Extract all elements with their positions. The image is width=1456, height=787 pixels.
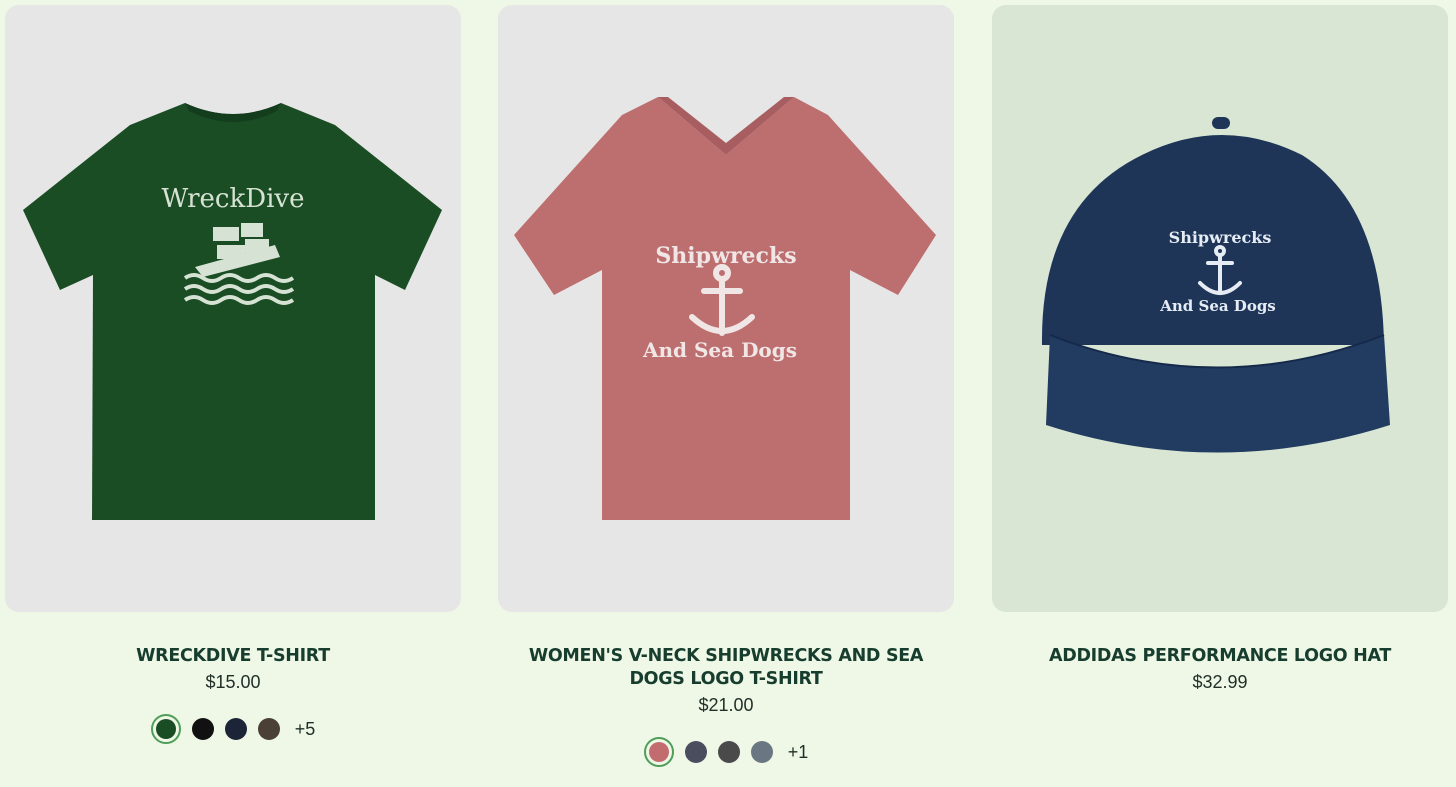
product-image[interactable]: Shipwrecks And Sea Dogs <box>498 5 954 612</box>
swatch-steel-gray[interactable] <box>750 741 773 763</box>
product-price: $32.99 <box>1192 672 1248 692</box>
print-text-bottom: And Sea Dogs <box>642 338 797 362</box>
swatch-green[interactable] <box>150 714 181 744</box>
print-text: WreckDive <box>162 184 305 214</box>
print-text-top: Shipwrecks <box>1169 228 1272 247</box>
swatch-navy[interactable] <box>224 718 247 740</box>
product-card-vneck-tshirt[interactable]: Shipwrecks And Sea Dogs WOMEN'S V-NECK S… <box>498 5 954 768</box>
color-swatches: +5 <box>5 713 461 745</box>
product-title[interactable]: WOMEN'S V-NECK SHIPWRECKS AND SEA DOGS L… <box>498 645 954 691</box>
swatch-slate[interactable] <box>684 741 707 763</box>
product-image[interactable]: Shipwrecks And Sea Dogs <box>992 5 1448 612</box>
more-colors-link[interactable]: +1 <box>788 742 809 763</box>
tshirt-illustration: WreckDive <box>23 103 442 520</box>
product-price: $21.00 <box>698 695 754 715</box>
product-title[interactable]: ADDIDAS PERFORMANCE LOGO HAT <box>992 645 1448 668</box>
product-title[interactable]: WRECKDIVE T-SHIRT <box>5 645 461 668</box>
print-text-bottom: And Sea Dogs <box>1159 297 1276 315</box>
product-image[interactable]: WreckDive <box>5 5 461 612</box>
color-swatches: +1 <box>498 736 954 768</box>
more-colors-link[interactable]: +5 <box>295 719 316 740</box>
product-card-hat[interactable]: Shipwrecks And Sea Dogs ADDIDAS PERFORMA… <box>992 5 1448 694</box>
swatch-mauve[interactable] <box>643 737 674 767</box>
product-card-wreckdive-tshirt[interactable]: WreckDive WRECKDIVE T-SHIRT $15.00 +5 <box>5 5 461 745</box>
hat-illustration: Shipwrecks And Sea Dogs <box>1041 117 1390 453</box>
product-price: $15.00 <box>205 672 261 692</box>
swatch-brown[interactable] <box>257 718 280 740</box>
swatch-black[interactable] <box>191 718 214 740</box>
product-grid: WreckDive WRECKDIVE T-SHIRT $15.00 +5 Sh… <box>0 0 1456 787</box>
vneck-tshirt-illustration: Shipwrecks And Sea Dogs <box>514 97 936 520</box>
swatch-charcoal[interactable] <box>717 741 740 763</box>
